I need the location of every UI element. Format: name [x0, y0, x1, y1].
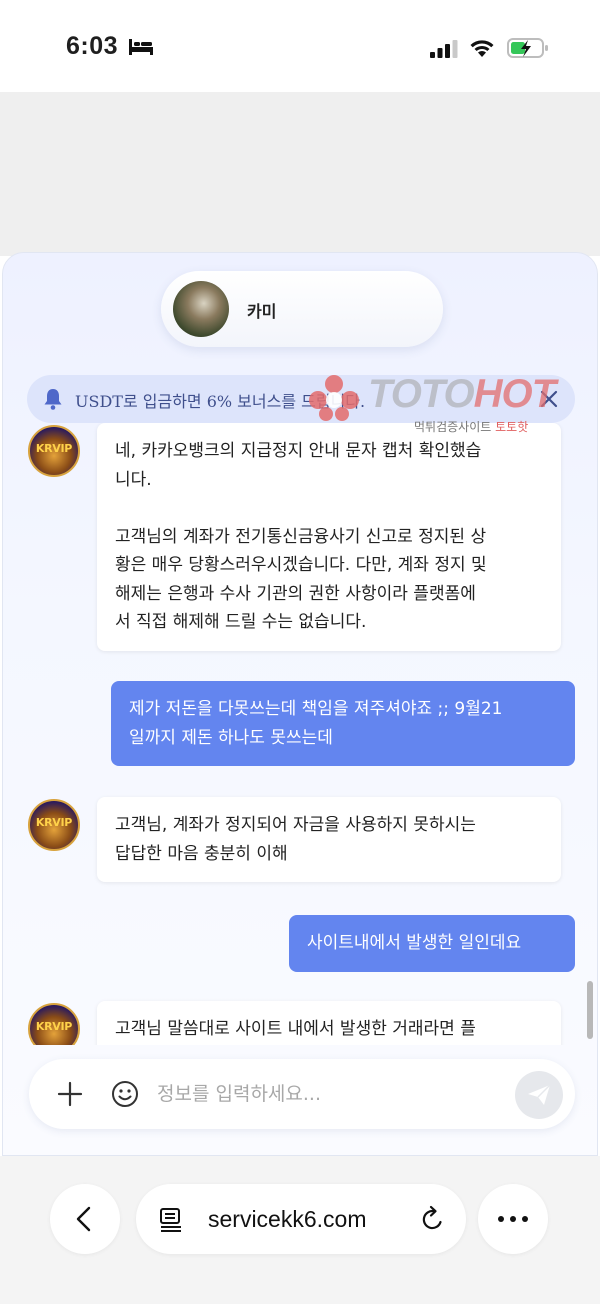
page-icon [160, 1208, 181, 1232]
bot-avatar-label: KRVIP [35, 442, 73, 455]
bot-avatar-label: KRVIP [35, 816, 73, 829]
back-icon [76, 1206, 91, 1232]
url-text: servicekk6.com [208, 1206, 367, 1232]
status-bar: 6:03 [0, 0, 600, 92]
agent-avatar [173, 281, 229, 337]
more-button[interactable] [478, 1184, 548, 1254]
send-button[interactable] [515, 1071, 563, 1119]
wifi-icon [470, 40, 494, 57]
battery-charging-icon [507, 38, 548, 58]
address-bar[interactable]: servicekk6.com [136, 1184, 466, 1254]
agent-name: 카미 [247, 302, 277, 321]
message-list[interactable]: KRVIP 네, 카카오뱅크의 지급정지 안내 문자 캡처 확인했습 니다. 고… [3, 423, 597, 1045]
back-button[interactable] [50, 1184, 120, 1254]
agent-header: 카미 [161, 271, 443, 347]
bot-avatar-label: KRVIP [35, 1020, 73, 1033]
send-icon [528, 1084, 551, 1105]
browser-toolbar: servicekk6.com [0, 1156, 600, 1304]
bed-icon [129, 39, 153, 55]
smile-icon[interactable] [111, 1080, 139, 1108]
more-icon [498, 1216, 528, 1222]
message-composer [29, 1059, 575, 1129]
page-background [0, 92, 600, 256]
bot-message: 고객님 말씀대로 사이트 내에서 발생한 거래라면 플 [97, 1001, 561, 1045]
scrollbar[interactable] [587, 981, 593, 1039]
bot-avatar: KRVIP [28, 1003, 80, 1045]
bot-avatar: KRVIP [28, 799, 80, 851]
user-message: 사이트내에서 발생한 일인데요 [289, 915, 575, 972]
notice-banner: USDT로 입금하면 6% 보너스를 드립니다. [27, 375, 575, 423]
bell-icon [44, 389, 62, 410]
chat-widget: 카미 USDT로 입금하면 6% 보너스를 드립니다. KRVIP 네, 카카오… [2, 252, 598, 1156]
bot-message: 네, 카카오뱅크의 지급정지 안내 문자 캡처 확인했습 니다. 고객님의 계좌… [97, 423, 561, 651]
bot-message: 고객님, 계좌가 정지되어 자금을 사용하지 못하시는 답답한 마음 충분히 이… [97, 797, 561, 882]
reload-icon[interactable] [420, 1205, 446, 1233]
close-icon[interactable] [539, 389, 559, 409]
signal-icon [430, 40, 458, 58]
notice-text: USDT로 입금하면 6% 보너스를 드립니다. [75, 392, 366, 411]
user-message: 제가 저돈을 다못쓰는데 책임을 져주셔야죠 ;; 9월21 일까지 제돈 하나… [111, 681, 575, 766]
status-time: 6:03 [66, 32, 119, 60]
plus-icon[interactable] [57, 1081, 83, 1107]
message-input[interactable] [157, 1077, 487, 1111]
bot-avatar: KRVIP [28, 425, 80, 477]
